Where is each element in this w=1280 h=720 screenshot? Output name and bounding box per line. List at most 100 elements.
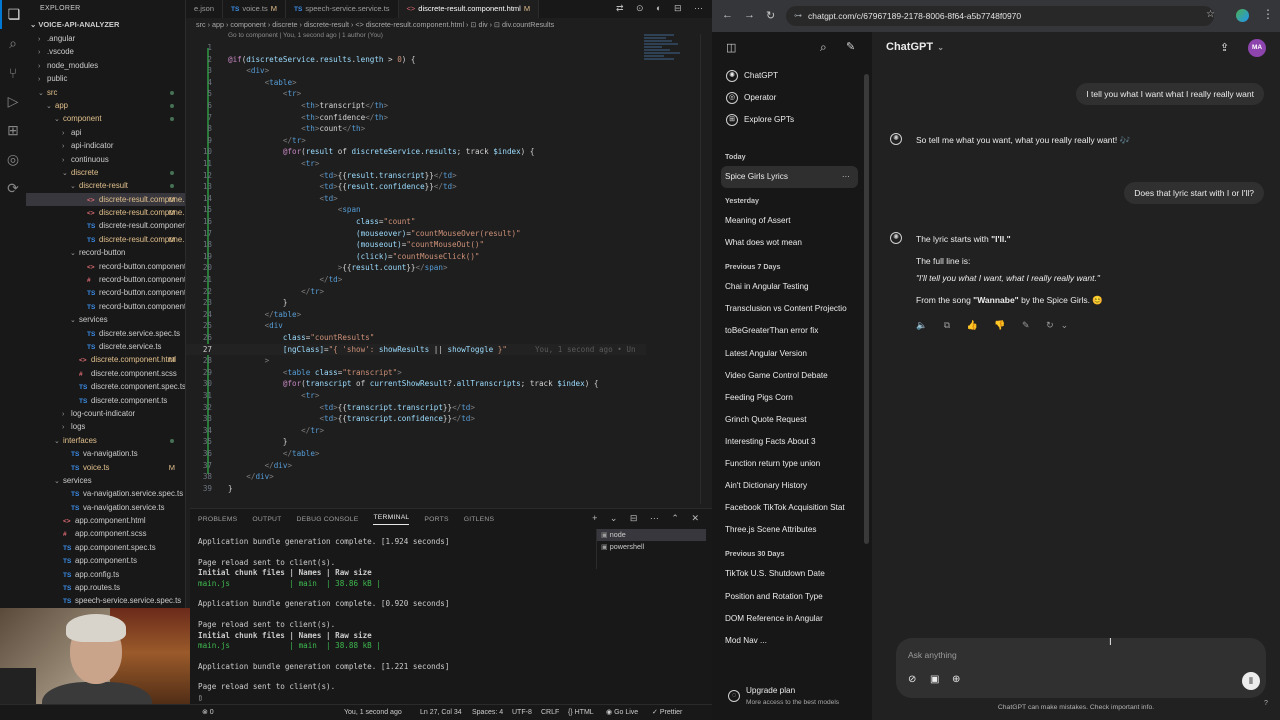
file-tree-item[interactable]: › log-count-indicator	[26, 407, 185, 420]
file-tree-item[interactable]: › api-indicator	[26, 139, 185, 152]
editor-tab[interactable]: TS speech-service.service.ts	[286, 0, 399, 18]
reload-icon[interactable]: ↻	[766, 9, 775, 22]
bookmark-star-icon[interactable]: ☆	[1206, 9, 1215, 20]
code-line[interactable]: 16 class="count"	[186, 216, 646, 228]
panel-tab-debug-console[interactable]: DEBUG CONSOLE	[297, 516, 359, 523]
status-blame[interactable]: You, 1 second ago	[344, 705, 402, 720]
chat-history-item[interactable]: Facebook TikTok Acquisition Stat	[712, 497, 862, 519]
file-tree-item[interactable]: TS discrete.service.ts	[26, 340, 185, 353]
chat-history-item[interactable]: Meaning of Assert	[712, 210, 862, 232]
code-line[interactable]: 30 @for(transcript of currentShowResult?…	[186, 378, 646, 390]
code-line[interactable]: 13 <td>{{result.confidence}}</td>	[186, 181, 646, 193]
codelens[interactable]: Go to component | You, 1 second ago | 1 …	[228, 32, 383, 39]
code-line[interactable]: 19 (click)="countMouseClick()"	[186, 251, 646, 263]
run-debug-icon[interactable]: ▷	[0, 87, 26, 116]
code-line[interactable]: 35 }	[186, 436, 646, 448]
avatar[interactable]: MA	[1248, 39, 1266, 57]
file-tree-item[interactable]: ⌄ app	[26, 99, 185, 112]
code-line[interactable]: 22 </tr>	[186, 286, 646, 298]
share-icon[interactable]: ⇪	[1220, 41, 1229, 54]
status-position[interactable]: Ln 27, Col 34	[420, 705, 462, 720]
browser-menu-icon[interactable]: ⋮	[1262, 7, 1274, 21]
chat-history-item[interactable]: Ain't Dictionary History	[712, 475, 862, 497]
chat-history-item[interactable]: Function return type union	[712, 453, 862, 475]
code-line[interactable]: 6 <th>transcript</th>	[186, 100, 646, 112]
terminal-instance[interactable]: ▣ powershell	[597, 541, 706, 553]
code-line[interactable]: 15 <span	[186, 204, 646, 216]
code-line[interactable]: 2 @if(discreteService.results.length > 0)…	[186, 54, 646, 66]
new-chat-icon[interactable]: ✎	[846, 40, 855, 53]
file-tree-item[interactable]: ⌄ record-button	[26, 246, 185, 259]
search-chats-icon[interactable]: ⌕	[820, 40, 827, 55]
forward-icon[interactable]: →	[744, 9, 755, 21]
code-line[interactable]: 9 </tr>	[186, 135, 646, 147]
site-info-icon[interactable]: ⊶	[794, 6, 802, 26]
live-share-icon[interactable]: ⟳	[0, 174, 26, 203]
chat-history-item[interactable]: Latest Angular Version	[712, 343, 862, 365]
extensions-icon[interactable]: ⊞	[0, 116, 26, 145]
code-line[interactable]: 12 <td>{{result.transcript}}</td>	[186, 170, 646, 182]
file-tree-item[interactable]: <> discrete-result.compone... M	[26, 206, 185, 219]
file-tree-item[interactable]: TS va-navigation.ts	[26, 447, 185, 460]
extension-icon[interactable]	[1236, 9, 1249, 22]
status-prettier[interactable]: ✓ Prettier	[652, 705, 682, 720]
code-editor[interactable]: 1 2 @if(discreteService.results.length > 0…	[186, 42, 712, 506]
file-tree-item[interactable]: TS discrete.component.spec.ts	[26, 380, 185, 393]
code-line[interactable]: 37 </div>	[186, 460, 646, 472]
file-tree-item[interactable]: ⌄ discrete-result	[26, 179, 185, 192]
editor-tab[interactable]: <> discrete-result.component.html M	[398, 0, 540, 18]
file-tree-item[interactable]: › continuous	[26, 153, 185, 166]
code-line[interactable]: 3 <div>	[186, 65, 646, 77]
file-tree-item[interactable]: <> discrete-result.compone... M	[26, 192, 185, 207]
chat-history-item[interactable]: Spice Girls Lyrics ···	[721, 166, 858, 189]
attach-icon[interactable]: ⊘	[908, 674, 916, 685]
code-line[interactable]: 14 <td>	[186, 193, 646, 205]
breadcrumb[interactable]: src › app › component › discrete › discr…	[186, 18, 712, 32]
code-line[interactable]: 18 (mouseout)="countMouseOut()"	[186, 239, 646, 251]
tools-icon[interactable]: ▣	[930, 674, 939, 685]
chat-history-item[interactable]: DOM Reference in Angular	[712, 608, 862, 630]
sidebar-item-chatgpt[interactable]: ✺ ChatGPT	[712, 65, 862, 87]
composer[interactable]: Ask anything ⊘ ▣ ⊕ ⦀	[896, 638, 1266, 698]
file-tree-item[interactable]: ⌄ interfaces	[26, 434, 185, 447]
sidebar-item-operator[interactable]: ◎ Operator	[712, 87, 862, 109]
sidebar-item-explore-gpts[interactable]: ⊞ Explore GPTs	[712, 109, 862, 131]
code-line[interactable]: 29 <table class="transcript">	[186, 367, 646, 379]
file-tree-item[interactable]: TS discrete.service.spec.ts	[26, 327, 185, 340]
file-tree-item[interactable]: <> app.component.html	[26, 514, 185, 527]
code-line[interactable]: 8 <th>count</th>	[186, 123, 646, 135]
help-icon[interactable]: ?	[1264, 700, 1268, 707]
file-tree-item[interactable]: ⌄ services	[26, 313, 185, 326]
chat-history-item[interactable]: Position and Rotation Type	[712, 586, 862, 608]
file-tree-item[interactable]: TSrecord-button.component.spe...	[26, 286, 185, 299]
chat-history-item[interactable]: Grinch Quote Request	[712, 409, 862, 431]
file-tree-item[interactable]: TS va-navigation.service.spec.ts	[26, 487, 185, 500]
code-line[interactable]: 23 }	[186, 297, 646, 309]
voice-mode-button[interactable]: ⦀	[1242, 672, 1260, 690]
code-line[interactable]: 11 <tr>	[186, 158, 646, 170]
file-tree-item[interactable]: TS app.routes.ts	[26, 581, 185, 594]
code-line[interactable]: 1	[186, 42, 646, 54]
status-language[interactable]: {} HTML	[568, 705, 594, 720]
composer-input[interactable]: Ask anything	[908, 650, 957, 660]
code-line[interactable]: 27 [ngClass]="{ 'show': showResults || s…	[186, 343, 646, 356]
editor-scrollbar[interactable]	[700, 34, 710, 504]
file-tree-item[interactable]: ⌄ src	[26, 86, 185, 99]
remote-icon[interactable]: ◎	[0, 145, 26, 174]
status-encoding[interactable]: UTF-8	[512, 705, 532, 720]
editor-tab[interactable]: TS voice.ts M	[223, 0, 287, 18]
file-tree-item[interactable]: › .vscode	[26, 45, 185, 58]
chat-history-item[interactable]: What does wot mean	[712, 232, 862, 254]
file-tree-item[interactable]: › logs	[26, 420, 185, 433]
terminal-instance[interactable]: ▣ node	[597, 529, 706, 541]
globe-icon[interactable]: ⊕	[952, 674, 960, 685]
file-tree-item[interactable]: TS app.component.ts	[26, 554, 185, 567]
file-tree-item[interactable]: TS discrete.component.ts	[26, 394, 185, 407]
code-line[interactable]: 17 (mouseover)="countMouseOver(result)"	[186, 228, 646, 240]
file-tree-item[interactable]: # record-button.component.scss	[26, 273, 185, 286]
code-line[interactable]: 5 <tr>	[186, 88, 646, 100]
status-errors[interactable]: ⊗ 0	[202, 705, 214, 720]
file-tree-item[interactable]: › node_modules	[26, 59, 185, 72]
panel-tab-gitlens[interactable]: GITLENS	[464, 516, 494, 523]
code-line[interactable]: 10 @for(result of discreteService.result…	[186, 146, 646, 158]
